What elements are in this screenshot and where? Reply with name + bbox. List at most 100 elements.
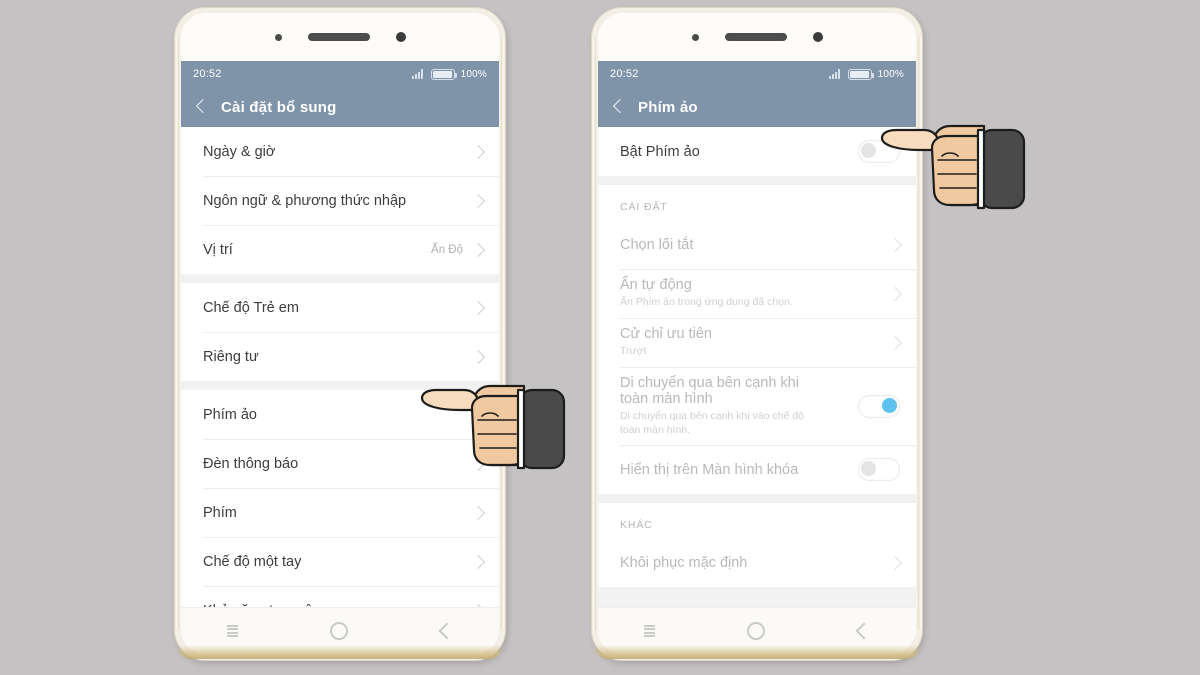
device-edge-left — [593, 38, 596, 630]
group-divider — [181, 381, 499, 390]
settings-group-3: Phím ảo Đèn thông báo Phím Chế độ một ta… — [181, 390, 499, 608]
settings-row-privacy[interactable]: Riêng tư — [181, 332, 499, 381]
chevron-right-icon — [470, 144, 486, 159]
chevron-right-icon — [470, 300, 486, 315]
chevron-right-icon — [887, 286, 903, 301]
row-subtitle: Trượt — [620, 345, 647, 358]
row-label: Di chuyển qua bên cạnh khi toàn màn hình — [620, 375, 799, 407]
device-edge-right — [918, 38, 921, 630]
status-bar-left: 20:52 100% — [181, 61, 499, 87]
phone-top-bezel — [598, 13, 916, 61]
signal-strength-icon — [411, 69, 425, 79]
chevron-left-icon[interactable] — [191, 96, 213, 118]
settings-row-preferred-gesture[interactable]: Cử chỉ ưu tiên Trượt — [598, 318, 916, 367]
chevron-left-icon[interactable] — [608, 96, 630, 118]
row-label: Hiển thị trên Màn hình khóa — [620, 461, 799, 478]
row-label: Chế độ Trẻ em — [203, 299, 299, 316]
settings-row-buttons[interactable]: Phím — [181, 488, 499, 537]
settings-row-choose-shortcut[interactable]: Chọn lối tắt — [598, 220, 916, 269]
settings-list-left[interactable]: Ngày & giờ Ngôn ngữ & phương thức nhập V… — [181, 127, 499, 608]
battery-percent: 100% — [460, 68, 487, 80]
settings-row-restore-defaults[interactable]: Khôi phục mặc định — [598, 538, 916, 588]
row-label: Chế độ một tay — [203, 553, 302, 570]
menu-icon[interactable] — [644, 624, 656, 638]
group-divider — [598, 494, 916, 504]
settings-group-1: Ngày & giờ Ngôn ngữ & phương thức nhập V… — [181, 127, 499, 274]
chevron-right-icon — [887, 237, 903, 252]
navigation-bar-left[interactable] — [181, 607, 499, 654]
status-time: 20:52 — [193, 68, 222, 80]
chevron-right-icon — [887, 555, 903, 570]
row-label: Phím ảo — [203, 406, 257, 423]
row-label: Phím — [203, 504, 237, 521]
move-aside-fullscreen-toggle[interactable] — [858, 394, 900, 418]
settings-row-move-aside-fullscreen[interactable]: Di chuyển qua bên cạnh khi toàn màn hình… — [598, 367, 916, 446]
settings-section-khac: KHÁC Khôi phục mặc định — [598, 503, 916, 588]
app-bar-right: Phím ảo — [598, 87, 916, 127]
battery-percent: 100% — [877, 68, 904, 80]
settings-row-notification-light[interactable]: Đèn thông báo — [181, 439, 499, 488]
status-bar-right: 20:52 100% — [598, 61, 916, 87]
row-label: Ngôn ngữ & phương thức nhập — [203, 192, 407, 209]
row-subtitle: Ẩn Phím ảo trong ứng dụng đã chọn. — [620, 296, 793, 309]
home-icon[interactable] — [330, 622, 349, 640]
phone-device-left: 20:52 100% Cài đặt bổ sung Ngày & giờ Ng… — [175, 8, 505, 660]
menu-icon[interactable] — [227, 624, 239, 638]
settings-row-kids-mode[interactable]: Chế độ Trẻ em — [181, 283, 499, 332]
phone-device-right: 20:52 100% Phím ảo Bật Phím ảo CÀI ĐẶT C… — [592, 8, 922, 660]
chevron-right-icon — [470, 193, 486, 208]
battery-icon — [847, 68, 874, 80]
chevron-right-icon — [470, 505, 486, 520]
group-divider — [598, 176, 916, 185]
row-value: Ấn Độ — [431, 243, 463, 256]
group-divider — [181, 274, 499, 283]
status-time: 20:52 — [610, 68, 639, 80]
settings-row-location[interactable]: Vị trí Ấn Độ — [181, 225, 499, 274]
row-label: Vị trí — [203, 241, 233, 258]
phone-screen-left: 20:52 100% Cài đặt bổ sung Ngày & giờ Ng… — [181, 13, 499, 654]
page-title-left: Cài đặt bổ sung — [221, 98, 337, 116]
section-header-settings: CÀI ĐẶT — [598, 185, 916, 220]
row-label: Ngày & giờ — [203, 143, 276, 160]
settings-list-right[interactable]: Bật Phím ảo CÀI ĐẶT Chọn lối tắt Ẩn tự đ… — [598, 127, 916, 608]
settings-row-date-time[interactable]: Ngày & giờ — [181, 127, 499, 176]
row-label: Cử chỉ ưu tiên — [620, 326, 712, 343]
page-title-right: Phím ảo — [638, 98, 698, 116]
settings-row-accessibility[interactable]: Khả năng truy cập — [181, 586, 499, 608]
settings-row-one-handed[interactable]: Chế độ một tay — [181, 537, 499, 586]
navigation-bar-right[interactable] — [598, 607, 916, 654]
back-icon[interactable] — [855, 622, 873, 640]
settings-row-language-input[interactable]: Ngôn ngữ & phương thức nhập — [181, 176, 499, 225]
row-label: Bật Phím ảo — [620, 143, 700, 160]
front-camera-icon — [395, 32, 406, 42]
row-label: Đèn thông báo — [203, 455, 299, 472]
device-edge-left — [176, 38, 179, 630]
home-icon[interactable] — [747, 622, 766, 640]
settings-row-auto-hide[interactable]: Ẩn tự động Ẩn Phím ảo trong ứng dụng đã … — [598, 269, 916, 318]
row-label: Ẩn tự động — [620, 277, 692, 294]
show-on-lockscreen-toggle[interactable] — [858, 458, 900, 482]
main-toggle-group: Bật Phím ảo — [598, 127, 916, 176]
status-indicators: 100% — [411, 68, 487, 80]
row-label: Riêng tư — [203, 348, 259, 365]
chevron-right-icon — [470, 349, 486, 364]
settings-group-2: Chế độ Trẻ em Riêng tư — [181, 283, 499, 381]
row-label: Khôi phục mặc định — [620, 554, 748, 571]
front-camera-icon — [812, 32, 823, 42]
device-edge-right — [501, 38, 504, 630]
row-subtitle: Di chuyển qua bên cạnh khi vào chế độ to… — [620, 410, 804, 437]
phone-top-bezel — [181, 13, 499, 61]
enable-virtual-key-toggle[interactable] — [858, 140, 900, 163]
status-indicators: 100% — [828, 68, 904, 80]
chevron-right-icon — [470, 554, 486, 569]
settings-section-cai-dat: CÀI ĐẶT Chọn lối tắt Ẩn tự động Ẩn Phím … — [598, 185, 916, 495]
signal-strength-icon — [828, 69, 842, 79]
settings-row-enable-virtual-key[interactable]: Bật Phím ảo — [598, 127, 916, 176]
row-label: Chọn lối tắt — [620, 236, 694, 253]
proximity-sensor-icon — [691, 33, 699, 41]
battery-icon — [430, 68, 457, 80]
back-icon[interactable] — [438, 622, 456, 640]
settings-row-show-on-lockscreen[interactable]: Hiển thị trên Màn hình khóa — [598, 445, 916, 495]
section-header-other: KHÁC — [598, 503, 916, 539]
settings-row-virtual-key[interactable]: Phím ảo — [181, 390, 499, 439]
